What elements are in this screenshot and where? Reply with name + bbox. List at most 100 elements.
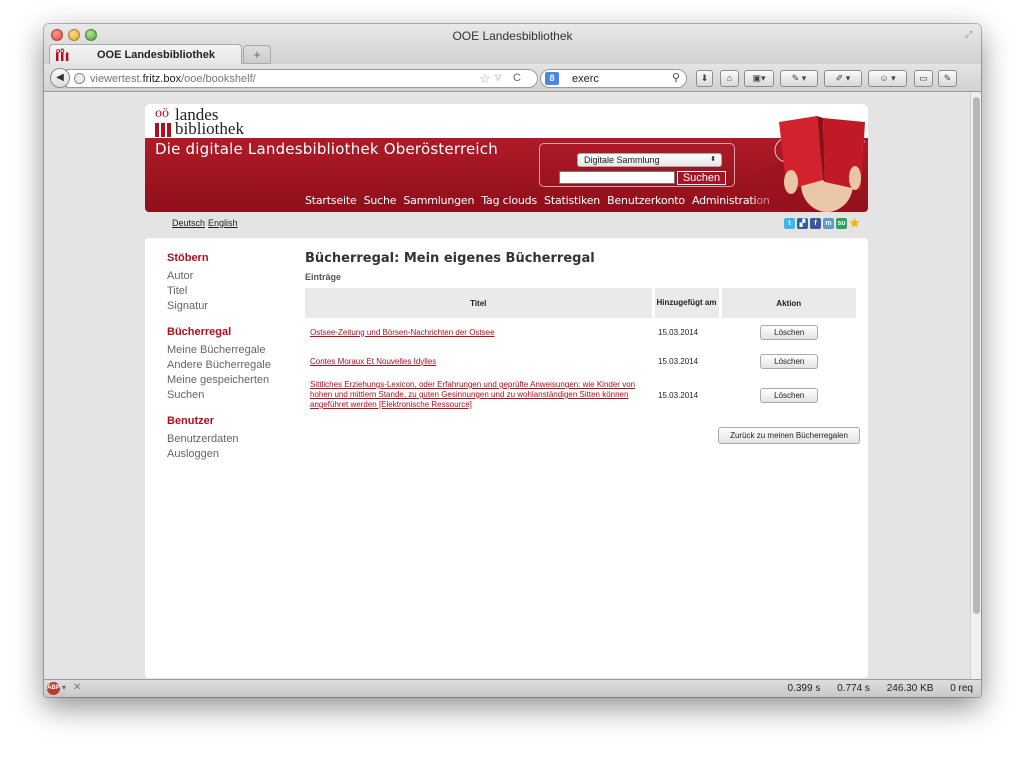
sidebar-item-andere-buecherregale[interactable]: Andere Bücherregale <box>167 358 287 373</box>
menu-startseite[interactable]: Startseite <box>305 194 357 207</box>
delete-button[interactable]: Löschen <box>760 387 819 403</box>
sidebar-item-titel[interactable]: Titel <box>167 284 287 299</box>
banner-title: Die digitale Landesbibliothek Oberösterr… <box>155 140 498 158</box>
pen-addon-icon[interactable]: ✐ ▾ <box>824 70 862 87</box>
site-search-input[interactable] <box>559 171 675 184</box>
tab-label: OOE Landesbibliothek <box>97 49 215 61</box>
status-bar: ABP ▾ ✕ 0.399 s 0.774 s 246.30 KB 0 req <box>44 679 981 697</box>
delete-button[interactable]: Löschen <box>760 324 819 340</box>
navigation-toolbar: viewertest.fritz.box/ooe/bookshelf/ ☆ ▽ … <box>44 64 981 92</box>
lang-deutsch-link[interactable]: Deutsch <box>172 218 205 228</box>
menu-suche[interactable]: Suche <box>364 194 397 207</box>
language-switch: Deutsch English <box>172 218 241 228</box>
reader-illustration <box>757 116 868 212</box>
history-dropdown-icon[interactable]: ▽ <box>495 73 501 82</box>
tab-active[interactable]: oö ▌▌▌ OOE Landesbibliothek <box>49 44 242 64</box>
table-header-row: Titel Hinzugefügt am Aktion <box>305 288 859 318</box>
extension-icon[interactable]: ☺ ▾ <box>868 70 907 87</box>
load-time-1: 0.399 s <box>787 683 821 694</box>
search-bar-text[interactable]: exerc <box>572 73 599 85</box>
adblock-dropdown-icon[interactable]: ▾ <box>62 683 66 692</box>
sidebar-head-buecherregal: Bücherregal <box>167 326 232 338</box>
scroll-thumb[interactable] <box>973 97 980 614</box>
main-panel: Stöbern Autor Titel Signatur Bücherregal… <box>145 238 868 678</box>
social-icons: t ▞ f m su ★ <box>782 217 860 230</box>
entry-title-link[interactable]: Ostsee-Zeitung und Börsen-Nachrichten de… <box>310 328 495 337</box>
favorite-star-icon[interactable]: ★ <box>849 217 860 229</box>
myspace-icon[interactable]: m <box>823 218 834 229</box>
delicious-icon[interactable]: ▞ <box>797 218 808 229</box>
sidebar-item-autor[interactable]: Autor <box>167 269 287 284</box>
reload-icon[interactable]: C <box>513 72 521 84</box>
load-time-2: 0.774 s <box>837 683 870 694</box>
fullscreen-icon[interactable]: ⤢ <box>965 29 975 39</box>
screenshot-addon-icon[interactable]: ▣▾ <box>744 70 774 87</box>
page-viewport: oö landes bibliothek Die digitale Landes… <box>44 93 970 679</box>
menu-sammlungen[interactable]: Sammlungen <box>403 194 474 207</box>
sidebar-item-meine-buecherregale[interactable]: Meine Bücherregale <box>167 343 287 358</box>
site-header: oö landes bibliothek Die digitale Landes… <box>145 104 868 212</box>
new-tab-button[interactable]: + <box>243 45 271 64</box>
downloads-icon[interactable]: ⬇ <box>696 70 713 87</box>
sidebar-item-ausloggen[interactable]: Ausloggen <box>167 447 287 462</box>
entries-table: Titel Hinzugefügt am Aktion Ostsee-Zeitu… <box>305 288 859 414</box>
vertical-scrollbar[interactable] <box>970 93 981 679</box>
search-bar[interactable]: 8 exerc ⚲ <box>540 69 687 88</box>
sidebar-item-signatur[interactable]: Signatur <box>167 299 287 314</box>
tab-close-icon[interactable] <box>223 48 235 60</box>
collection-select[interactable]: Digitale Sammlung ⬍ <box>577 153 722 167</box>
twitter-icon[interactable]: t <box>784 218 795 229</box>
back-to-bookshelves-button[interactable]: Zurück zu meinen Bücherregalen <box>718 427 860 444</box>
home-icon[interactable]: ⌂ <box>720 70 739 87</box>
lang-english-link[interactable]: English <box>208 218 238 228</box>
site-search-box: Digitale Sammlung ⬍ Suchen <box>539 143 735 187</box>
bookshelf-content: Bücherregal: Mein eigenes Bücherregal Ei… <box>305 251 865 444</box>
search-icon[interactable]: ⚲ <box>672 71 680 84</box>
entry-date: 15.03.2014 <box>658 356 699 366</box>
bookmark-star-icon[interactable]: ☆ <box>479 71 491 87</box>
menu-benutzerkonto[interactable]: Benutzerkonto <box>607 194 685 207</box>
back-button[interactable]: ◀ <box>50 68 70 88</box>
folder-icon[interactable]: ▭ <box>914 70 933 87</box>
column-action-header: Aktion <box>720 288 859 318</box>
stumbleupon-icon[interactable]: su <box>836 218 847 229</box>
page-title: Bücherregal: Mein eigenes Bücherregal <box>305 251 595 266</box>
facebook-icon[interactable]: f <box>810 218 821 229</box>
delete-button[interactable]: Löschen <box>760 353 819 369</box>
request-count: 0 req <box>950 683 973 694</box>
browser-window: OOE Landesbibliothek ⤢ oö ▌▌▌ OOE Landesb… <box>44 24 981 697</box>
language-bar: Deutsch English t ▞ f m su ★ <box>145 212 868 238</box>
addon-icon[interactable]: ✎ ▾ <box>780 70 818 87</box>
url-text[interactable]: viewertest.fritz.box/ooe/bookshelf/ <box>90 73 256 85</box>
site-identity-icon[interactable] <box>74 73 85 84</box>
page-size: 246.30 KB <box>886 683 934 694</box>
adblock-icon[interactable]: ABP <box>47 682 60 695</box>
url-bar[interactable]: viewertest.fritz.box/ooe/bookshelf/ ☆ ▽ … <box>66 69 538 88</box>
entry-title-link[interactable]: Sittliches Erziehungs-Lexicon, oder Erfa… <box>310 380 635 409</box>
table-row: Contes Moraux Et Nouvelles Idylles 15.03… <box>305 346 858 376</box>
table-row: Ostsee-Zeitung und Börsen-Nachrichten de… <box>305 318 858 346</box>
column-added-header: Hinzugefügt am <box>653 288 722 318</box>
notes-icon[interactable]: ✎ <box>938 70 957 87</box>
menu-statistiken[interactable]: Statistiken <box>544 194 600 207</box>
entry-date: 15.03.2014 <box>658 390 699 400</box>
site: oö landes bibliothek Die digitale Landes… <box>145 104 868 678</box>
sidebar-head-benutzer: Benutzer <box>167 415 215 427</box>
menu-tag-clouds[interactable]: Tag clouds <box>481 194 537 207</box>
select-arrows-icon: ⬍ <box>710 156 716 163</box>
site-favicon-icon: oö ▌▌▌ <box>56 48 71 61</box>
sidebar-item-benutzerdaten[interactable]: Benutzerdaten <box>167 432 287 447</box>
close-statusbar-icon[interactable]: ✕ <box>73 682 81 693</box>
title-bar: OOE Landesbibliothek ⤢ oö ▌▌▌ OOE Landesb… <box>44 24 981 68</box>
window-title: OOE Landesbibliothek <box>452 29 573 43</box>
main-menu: Startseite Suche Sammlungen Tag clouds S… <box>305 194 774 207</box>
google-engine-icon[interactable]: 8 <box>545 72 559 85</box>
sidebar: Stöbern Autor Titel Signatur Bücherregal… <box>167 248 287 462</box>
site-search-button[interactable]: Suchen <box>677 171 726 185</box>
entry-date: 15.03.2014 <box>658 327 699 337</box>
logo-bars-icon <box>155 123 173 137</box>
page-load-stats: 0.399 s 0.774 s 246.30 KB 0 req <box>774 683 973 694</box>
sidebar-item-gespeicherte-suchen[interactable]: Meine gespeicherten Suchen <box>167 373 287 403</box>
section-subtitle: Einträge <box>305 272 342 282</box>
entry-title-link[interactable]: Contes Moraux Et Nouvelles Idylles <box>310 357 436 366</box>
